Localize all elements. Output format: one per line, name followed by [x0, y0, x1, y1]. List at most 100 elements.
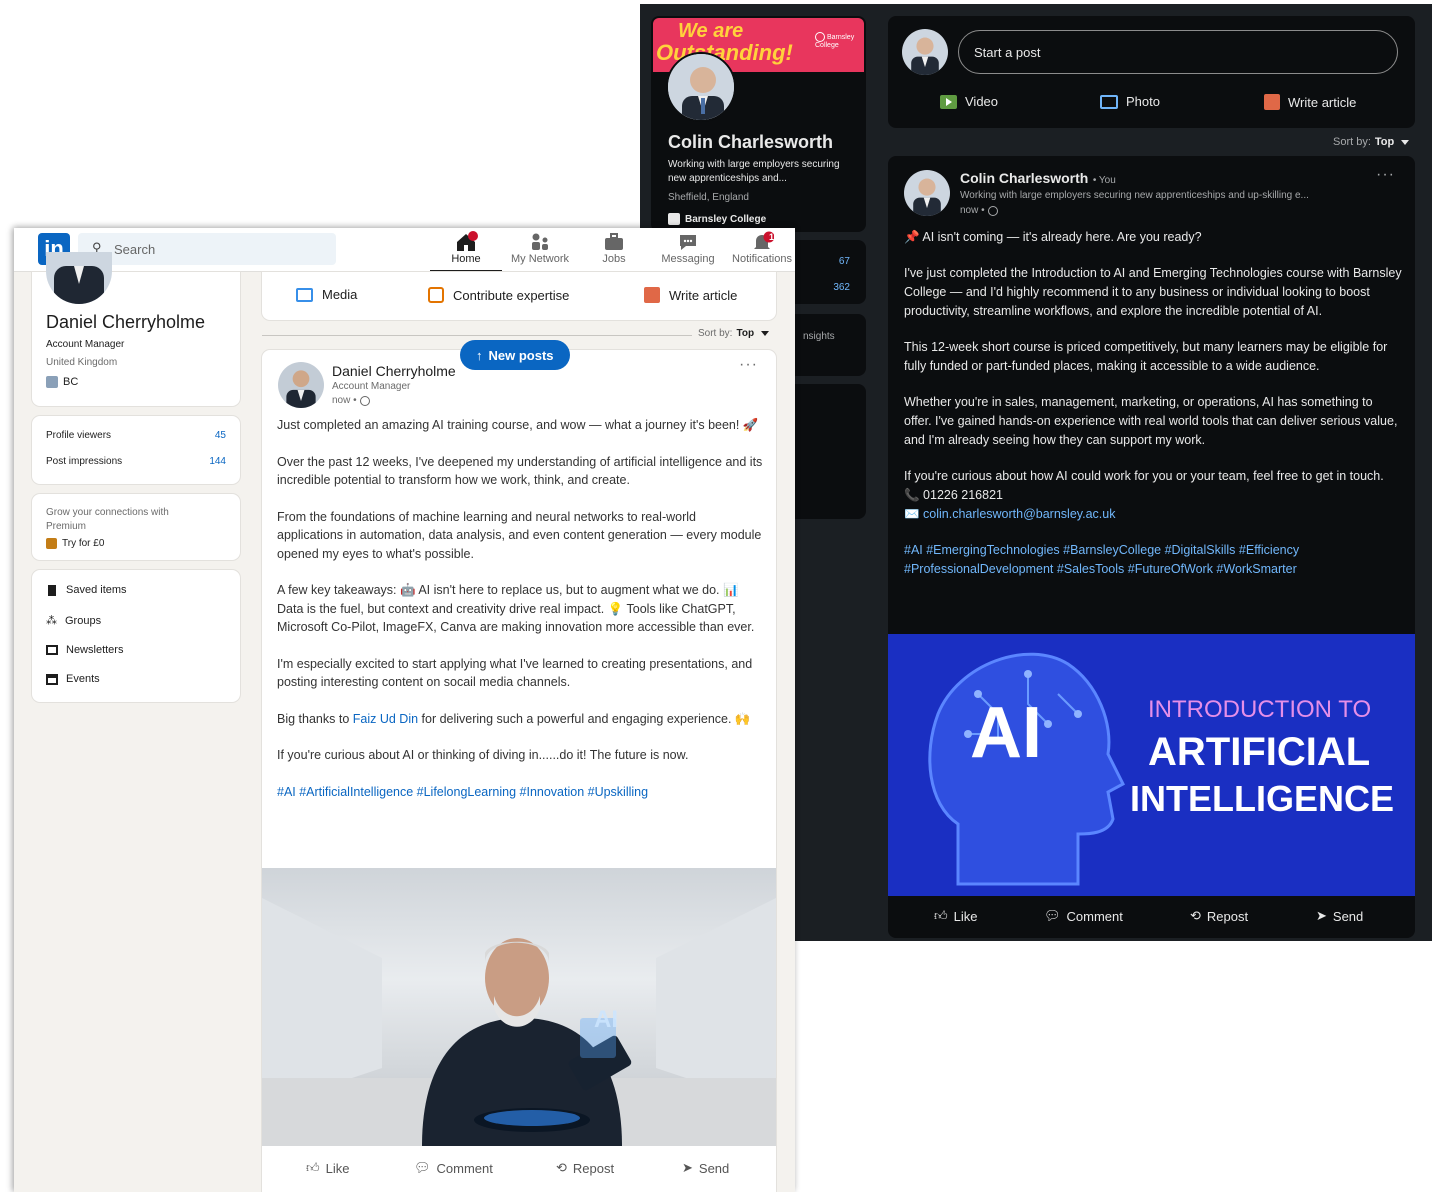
- dark-profile-name[interactable]: Colin Charlesworth: [668, 132, 833, 153]
- dark-post-phone-text: 01226 216821: [923, 488, 1003, 502]
- dark-post-email-link[interactable]: colin.charlesworth@barnsley.ac.uk: [923, 507, 1115, 521]
- dark-post-avatar[interactable]: [904, 170, 950, 216]
- dark-comment-button[interactable]: 💬︎ Comment: [1044, 908, 1123, 924]
- shortcut-saved-items[interactable]: Saved items: [48, 584, 127, 596]
- dark-repost-button[interactable]: ⟲ Repost: [1190, 908, 1248, 924]
- light-shortcuts-card: Saved items ⁂ Groups Newsletters Events: [32, 570, 240, 702]
- nav-my-network[interactable]: My Network: [504, 228, 576, 265]
- repost-icon: ⟲: [1190, 908, 1201, 923]
- light-post-avatar[interactable]: [278, 362, 324, 408]
- light-premium-card[interactable]: Grow your connections with Premium Try f…: [32, 494, 240, 560]
- light-sort-label: Sort by:: [698, 328, 733, 339]
- dark-post-p4: Whether you're in sales, management, mar…: [904, 395, 1398, 447]
- post-menu-icon[interactable]: ···: [739, 356, 758, 374]
- dark-stat-1: 67: [838, 256, 850, 267]
- newsletter-icon: [46, 645, 58, 655]
- video-button[interactable]: Video: [940, 94, 998, 109]
- dark-post-p3: This 12-week short course is priced comp…: [904, 340, 1388, 373]
- premium-cta[interactable]: Try for £0: [46, 538, 104, 549]
- shortcut-events[interactable]: Events: [46, 673, 100, 685]
- light-linkedin-window: in ⚲ Search Home My Network Jobs Messagi…: [14, 228, 795, 1192]
- light-profile-name[interactable]: Daniel Cherryholme: [46, 312, 205, 333]
- light-composer-actions: Media Contribute expertise Write article: [262, 272, 776, 320]
- post-photo-ai-text: AI: [594, 1006, 618, 1033]
- comment-icon: 💬︎: [1044, 908, 1061, 923]
- mention-link[interactable]: Faiz Ud Din: [353, 712, 418, 726]
- light-repost-label: Repost: [572, 1160, 615, 1176]
- contribute-icon: [428, 287, 444, 303]
- dark-insights-label: nsights: [803, 331, 835, 342]
- nav-messaging[interactable]: Messaging: [652, 228, 724, 265]
- light-profile-avatar[interactable]: [46, 252, 112, 304]
- light-write-article-label: Write article: [669, 287, 738, 303]
- dark-post-hashtags-2[interactable]: #ProfessionalDevelopment #SalesTools #Fu…: [904, 560, 1402, 579]
- dark-post-author[interactable]: Colin Charlesworth: [960, 170, 1088, 186]
- post-menu-icon[interactable]: ···: [1376, 166, 1395, 184]
- dark-post-p1: 📌 AI isn't coming — it's already here. A…: [904, 228, 1402, 247]
- pin-icon: 📌: [904, 230, 923, 244]
- profile-viewers-row[interactable]: Profile viewers 45: [46, 430, 226, 441]
- dark-post-author-line[interactable]: Colin Charlesworth • You: [960, 170, 1116, 188]
- dark-send-button[interactable]: ➤ Send: [1316, 908, 1363, 924]
- ai-image-big-text: AI: [970, 693, 1042, 773]
- light-post-p3: From the foundations of machine learning…: [277, 509, 762, 561]
- shortcut-newsletters[interactable]: Newsletters: [46, 644, 123, 656]
- dark-composer: Start a post Video Photo Write article: [888, 16, 1415, 128]
- repost-icon: ⟲: [556, 1160, 567, 1175]
- post-time-text: now •: [960, 205, 985, 216]
- light-comment-label: Comment: [436, 1160, 493, 1176]
- start-post-input[interactable]: Start a post: [958, 30, 1398, 74]
- light-sort-control[interactable]: Sort by: Top: [698, 328, 770, 339]
- send-icon: ➤: [682, 1160, 693, 1175]
- dark-profile-card[interactable]: We are Outstanding! Barnsley College Col…: [651, 16, 866, 232]
- light-repost-button[interactable]: ⟲ Repost: [556, 1160, 614, 1176]
- post-impressions-row[interactable]: Post impressions 144: [46, 456, 226, 467]
- like-icon: 👍︎: [306, 1160, 320, 1175]
- org-logo-icon: [668, 213, 680, 225]
- college-logo: Barnsley College: [815, 32, 861, 50]
- dark-profile-location: Sheffield, England: [668, 192, 749, 203]
- photo-label: Photo: [1126, 94, 1160, 109]
- dark-post-email[interactable]: ✉️ colin.charlesworth@barnsley.ac.uk: [904, 505, 1402, 524]
- shortcut-groups[interactable]: ⁂ Groups: [46, 614, 102, 628]
- photo-button[interactable]: Photo: [1100, 94, 1160, 109]
- light-send-button[interactable]: ➤ Send: [682, 1160, 729, 1176]
- new-posts-pill[interactable]: ↑ New posts: [460, 340, 570, 370]
- dark-composer-avatar[interactable]: [902, 29, 948, 75]
- like-icon: 👍︎: [934, 908, 948, 923]
- light-post-body: Just completed an amazing AI training co…: [277, 416, 763, 801]
- light-post-hashtags[interactable]: #AI #ArtificialIntelligence #LifelongLea…: [277, 783, 763, 802]
- like-label: Like: [953, 908, 978, 924]
- light-post-p6-pre: Big thanks to: [277, 711, 353, 726]
- nav-notifications[interactable]: 1 Notifications: [726, 228, 795, 265]
- dark-post-card: Colin Charlesworth • You Working with la…: [888, 156, 1415, 938]
- post-photo[interactable]: AI: [262, 868, 776, 1146]
- dark-post-hashtags-1[interactable]: #AI #EmergingTechnologies #BarnsleyColle…: [904, 541, 1402, 560]
- ai-course-image[interactable]: AI INTRODUCTION TO ARTIFICIAL INTELLIGEN…: [888, 634, 1415, 896]
- premium-promo-text: Grow your connections with Premium: [46, 507, 169, 532]
- light-post-author[interactable]: Daniel Cherryholme: [332, 363, 456, 379]
- article-icon: [644, 287, 660, 303]
- search-input[interactable]: ⚲ Search: [78, 233, 336, 265]
- dark-profile-org[interactable]: Barnsley College: [668, 213, 766, 225]
- media-button[interactable]: Media: [296, 287, 357, 302]
- light-post-p7: If you're curious about AI or thinking o…: [277, 748, 689, 762]
- nav-jobs[interactable]: Jobs: [578, 228, 650, 265]
- nav-home[interactable]: Home: [430, 228, 502, 272]
- dark-post-you: • You: [1092, 175, 1116, 186]
- dark-profile-avatar[interactable]: [666, 52, 736, 122]
- profile-viewers-label: Profile viewers: [46, 430, 112, 441]
- dark-sort-control[interactable]: Sort by: Top: [1333, 136, 1410, 148]
- light-profile-card[interactable]: Daniel Cherryholme Account Manager Unite…: [32, 252, 240, 406]
- notification-badge: 1: [769, 232, 775, 242]
- light-like-button[interactable]: 👍︎ Like: [306, 1160, 349, 1176]
- nav-home-label: Home: [451, 253, 481, 265]
- light-comment-button[interactable]: 💬︎ Comment: [414, 1160, 493, 1176]
- dark-like-button[interactable]: 👍︎ Like: [934, 908, 977, 924]
- light-write-article-button[interactable]: Write article: [644, 287, 737, 303]
- shortcut-groups-label: Groups: [65, 614, 102, 627]
- light-post-p4: A few key takeaways: 🤖 AI isn't here to …: [277, 583, 755, 634]
- light-profile-org[interactable]: BC: [46, 376, 78, 388]
- contribute-expertise-button[interactable]: Contribute expertise: [428, 287, 569, 303]
- write-article-button[interactable]: Write article: [1264, 94, 1356, 110]
